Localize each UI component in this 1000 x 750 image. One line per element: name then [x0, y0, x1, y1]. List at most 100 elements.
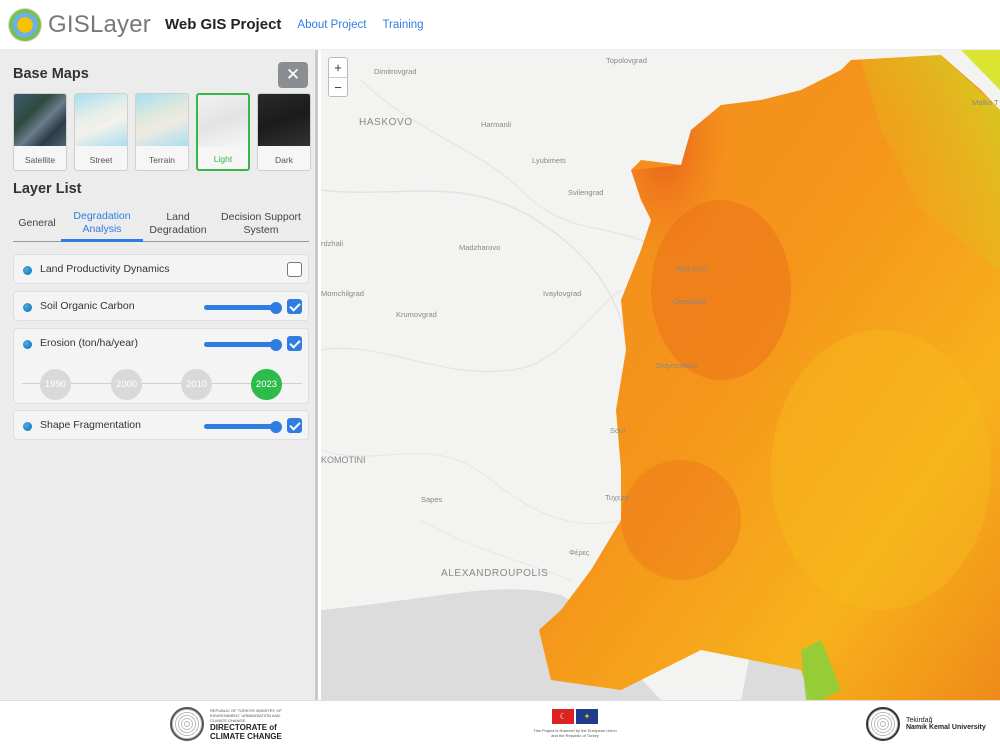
place-label: Malko T [972, 98, 999, 107]
partner-eu: ☾ ✦ This Project is financed by the Euro… [520, 709, 630, 738]
slider-handle[interactable] [270, 338, 282, 351]
logo-text: GISLayer [48, 10, 151, 38]
layer-bullet-icon [23, 303, 32, 312]
top-navbar: GISLayer Web GIS Project About Project T… [0, 0, 1000, 50]
app-title: Web GIS Project [164, 16, 282, 33]
basemap-label: Street [89, 155, 113, 165]
dcc-line2: CLIMATE CHANGE [210, 731, 282, 741]
layer-visibility-checkbox[interactable] [287, 262, 302, 277]
basemap-light[interactable]: Light [196, 93, 250, 171]
layer-name: Erosion (ton/ha/year) [40, 337, 139, 349]
place-label: Τυχερό [605, 493, 629, 502]
place-label: Orestiada [673, 297, 706, 306]
place-label: Soul [610, 426, 626, 435]
place-label: Ivaylovgrad [543, 289, 582, 298]
year-2000-button[interactable]: 2000 [111, 369, 142, 400]
basemap-terrain[interactable]: Terrain [135, 93, 189, 171]
tnku-line1: Tekirdağ [906, 717, 933, 724]
dark-thumbnail [258, 94, 310, 146]
tab-general[interactable]: General [13, 206, 61, 241]
turkey-flag-icon: ☾ [552, 709, 574, 724]
layer-name: Soil Organic Carbon [40, 300, 135, 312]
layer-soil-organic-carbon: Soil Organic Carbon [13, 291, 309, 321]
base-maps-title: Base Maps [13, 66, 89, 82]
place-label: Didymoticho [656, 361, 698, 370]
nav-training[interactable]: Training [382, 19, 423, 31]
footer-partners: REPUBLIC OF TÜRKİYE MINISTRY OF ENVIRONM… [0, 700, 1000, 750]
layer-bullet-icon [23, 266, 32, 275]
year-timeline: 1990 2000 2010 2023 [22, 369, 302, 400]
place-label: Topolovgrad [606, 56, 647, 65]
place-label: KOMOTINI [321, 455, 366, 465]
eu-flag-icon: ✦ [576, 709, 598, 724]
basemap-selector: Satellite Street Terrain Light Dark [13, 93, 311, 171]
opacity-slider[interactable] [204, 420, 282, 433]
place-label: Φέρες [569, 548, 590, 557]
layer-erosion: Erosion (ton/ha/year) 1990 2000 2010 202… [13, 328, 309, 404]
layer-shape-fragmentation: Shape Fragmentation [13, 410, 309, 440]
zoom-control: + − [328, 57, 348, 97]
tab-decision-support-system[interactable]: Decision Support System [213, 206, 309, 241]
layer-list-title: Layer List [13, 181, 82, 197]
partner-tnku: Tekirdağ Namık Kemal University [866, 707, 986, 741]
basemap-label: Satellite [24, 155, 56, 165]
layer-name: Land Productivity Dynamics [40, 263, 170, 275]
layer-land-productivity-dynamics: Land Productivity Dynamics [13, 254, 309, 284]
layer-name: Shape Fragmentation [40, 419, 141, 431]
light-thumbnail [198, 95, 248, 147]
close-sidebar-button[interactable]: ✕ [278, 62, 308, 88]
gislayer-logo-icon [8, 7, 42, 42]
zoom-out-button[interactable]: − [329, 77, 347, 96]
place-label: Svilengrad [568, 188, 604, 197]
place-label: ALEXANDROUPOLIS [441, 568, 549, 579]
place-label: Momchilgrad [321, 289, 364, 298]
partner-dcc: REPUBLIC OF TÜRKİYE MINISTRY OF ENVIRONM… [170, 707, 290, 741]
university-seal-icon [866, 707, 900, 741]
place-label: Harmanli [481, 120, 512, 129]
slider-handle[interactable] [270, 420, 282, 433]
nav-about-project[interactable]: About Project [297, 19, 366, 31]
place-label: Sapes [421, 495, 443, 504]
dcc-ministry-text: REPUBLIC OF TÜRKİYE MINISTRY OF ENVIRONM… [210, 707, 282, 723]
year-2010-button[interactable]: 2010 [181, 369, 212, 400]
satellite-thumbnail [14, 94, 66, 146]
opacity-slider[interactable] [204, 301, 282, 314]
layer-visibility-checkbox[interactable] [287, 299, 302, 314]
map-layers [321, 50, 1000, 700]
year-1990-button[interactable]: 1990 [40, 369, 71, 400]
place-label: Madzharovo [459, 243, 501, 252]
tab-degradation-analysis[interactable]: Degradation Analysis [61, 206, 143, 242]
tab-land-degradation[interactable]: Land Degradation [143, 206, 213, 241]
opacity-slider[interactable] [204, 338, 282, 351]
basemap-satellite[interactable]: Satellite [13, 93, 67, 171]
map-canvas[interactable]: + − Dimitrovgrad Topolovgrad HASKOVO Har… [321, 50, 1000, 700]
place-label: Lyubimets [532, 156, 566, 165]
year-2023-button[interactable]: 2023 [251, 369, 282, 400]
layer-tabs: General Degradation Analysis Land Degrad… [13, 206, 309, 242]
layer-bullet-icon [23, 422, 32, 431]
basemap-label: Light [213, 154, 233, 164]
ministry-seal-icon [170, 707, 204, 741]
app-logo[interactable]: GISLayer [8, 7, 151, 42]
layer-visibility-checkbox[interactable] [287, 418, 302, 433]
layer-visibility-checkbox[interactable] [287, 336, 302, 351]
place-label: rdzhali [321, 239, 344, 248]
street-thumbnail [75, 94, 127, 146]
tnku-line2: Namık Kemal University [906, 724, 986, 731]
place-label: Nea Vyss [676, 264, 708, 273]
sidebar-panel: Base Maps ✕ Satellite Street Terrain Lig… [0, 50, 318, 700]
slider-handle[interactable] [270, 301, 282, 314]
place-label: Dimitrovgrad [374, 67, 417, 76]
dcc-line1: DIRECTORATE of [210, 722, 277, 732]
place-label: Krumovgrad [396, 310, 437, 319]
close-icon: ✕ [285, 65, 301, 84]
basemap-dark[interactable]: Dark [257, 93, 311, 171]
basemap-street[interactable]: Street [74, 93, 128, 171]
zoom-in-button[interactable]: + [329, 58, 347, 77]
terrain-thumbnail [136, 94, 188, 146]
basemap-label: Dark [275, 155, 293, 165]
place-label: HASKOVO [359, 117, 413, 128]
layer-bullet-icon [23, 340, 32, 349]
basemap-label: Terrain [149, 155, 175, 165]
eu-funding-line2: and the Republic of Turkey [551, 733, 599, 738]
